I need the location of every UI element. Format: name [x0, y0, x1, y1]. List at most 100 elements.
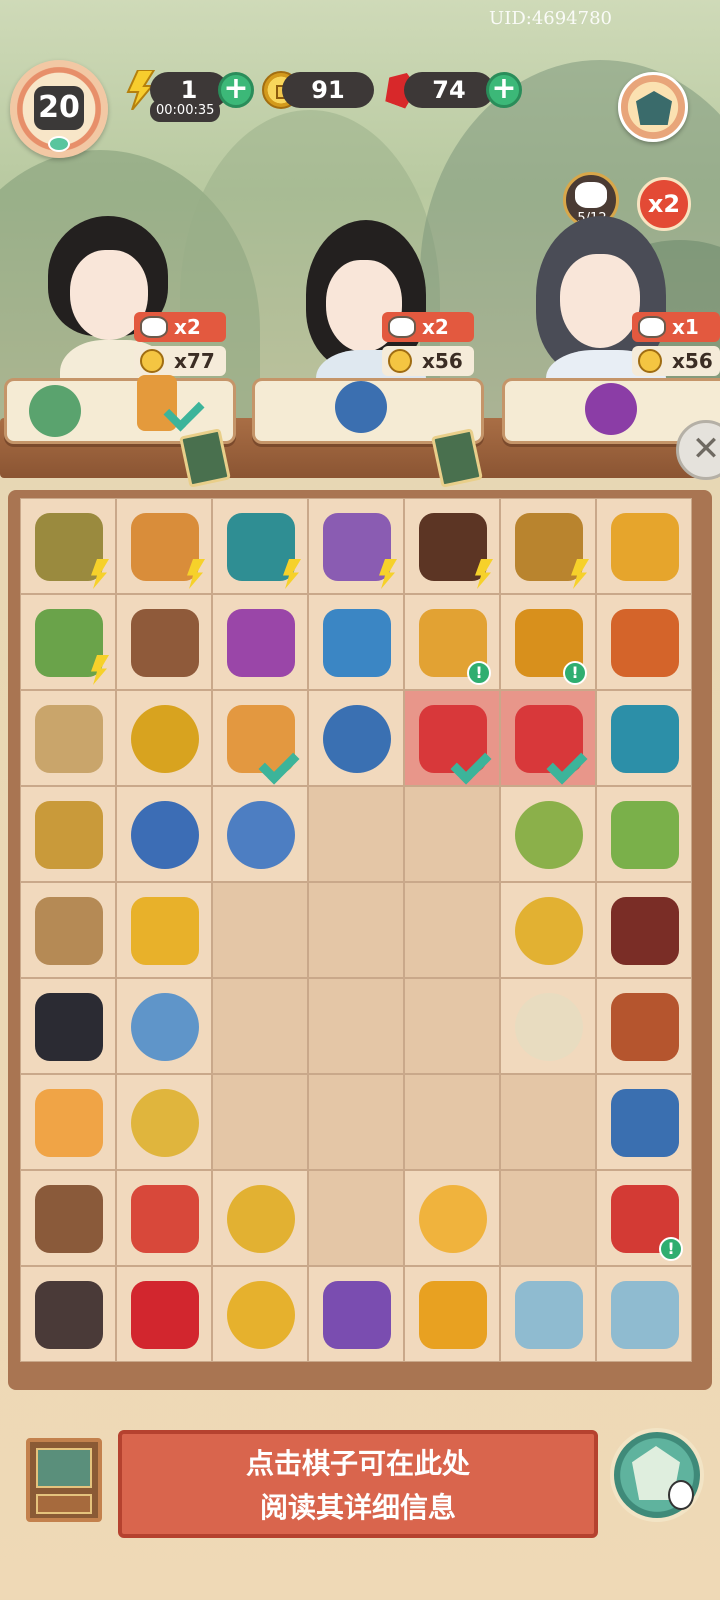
board-cell[interactable] — [500, 1074, 596, 1170]
scroll-and-brush-icon[interactable] — [35, 801, 103, 869]
board-cell[interactable] — [596, 1266, 692, 1362]
tea-cup-icon[interactable] — [131, 801, 199, 869]
home-pavilion-button[interactable] — [610, 1428, 704, 1522]
mung-bean-soup-icon[interactable] — [515, 801, 583, 869]
hotpot-icon[interactable] — [611, 1089, 679, 1157]
board-cell[interactable] — [404, 1170, 500, 1266]
board-cell[interactable] — [500, 1266, 596, 1362]
board-cell[interactable] — [404, 1266, 500, 1362]
cloud-pendant-icon[interactable] — [515, 1281, 583, 1349]
board-cell[interactable] — [308, 786, 404, 882]
board-cell[interactable] — [596, 594, 692, 690]
board-cell[interactable] — [308, 498, 404, 594]
coin-pile-icon[interactable] — [227, 1281, 295, 1349]
embroidered-pouch-icon[interactable] — [227, 609, 295, 677]
board-cell[interactable] — [212, 1074, 308, 1170]
board-cell[interactable] — [116, 1266, 212, 1362]
tea-jar-icon[interactable] — [611, 705, 679, 773]
board-cell[interactable] — [500, 786, 596, 882]
board-cell[interactable] — [212, 1170, 308, 1266]
board-cell[interactable] — [596, 498, 692, 594]
board-cell[interactable] — [404, 978, 500, 1074]
jeweled-hairpin-icon[interactable] — [323, 609, 391, 677]
add-energy-button[interactable]: + — [218, 72, 254, 108]
board-cell[interactable]: ! — [404, 594, 500, 690]
player-level-badge[interactable]: 20 — [10, 60, 108, 158]
orange-cat-icon[interactable] — [35, 1089, 103, 1157]
porcelain-bowl-icon[interactable] — [131, 993, 199, 1061]
board-cell[interactable] — [404, 882, 500, 978]
board-cell[interactable] — [500, 690, 596, 786]
board-cell[interactable] — [212, 786, 308, 882]
board-cell[interactable] — [212, 498, 308, 594]
board-cell[interactable] — [308, 1266, 404, 1362]
board-cell[interactable] — [116, 498, 212, 594]
board-cell[interactable] — [500, 1170, 596, 1266]
board-cell[interactable] — [212, 594, 308, 690]
board-cell[interactable] — [308, 882, 404, 978]
palace-lantern-icon[interactable] — [611, 609, 679, 677]
board-cell[interactable] — [596, 786, 692, 882]
calligraphy-brush-icon[interactable] — [35, 705, 103, 773]
board-cell[interactable] — [20, 1170, 116, 1266]
board-cell[interactable] — [20, 882, 116, 978]
rice-porridge-icon[interactable] — [515, 993, 583, 1061]
board-cell[interactable] — [20, 978, 116, 1074]
cinnamon-bundle-icon[interactable] — [611, 993, 679, 1061]
shop-button[interactable] — [618, 72, 688, 142]
storage-cabinet-button[interactable] — [26, 1438, 102, 1522]
copper-coin-icon[interactable] — [227, 1185, 295, 1253]
ruby-cluster-icon[interactable] — [131, 1281, 199, 1349]
green-tea-bowl-icon[interactable] — [323, 705, 391, 773]
energy-jar-gold-icon[interactable] — [419, 1281, 487, 1349]
black-cat-icon[interactable] — [35, 993, 103, 1061]
board-cell[interactable] — [404, 498, 500, 594]
board-cell[interactable] — [404, 786, 500, 882]
bird-nest-icon[interactable] — [131, 609, 199, 677]
copper-coin-icon[interactable] — [515, 897, 583, 965]
board-cell[interactable] — [500, 498, 596, 594]
board-cell[interactable] — [596, 882, 692, 978]
board-cell[interactable] — [20, 594, 116, 690]
board-cell[interactable] — [596, 978, 692, 1074]
tabby-cat-icon[interactable] — [35, 1185, 103, 1253]
board-cell[interactable] — [212, 690, 308, 786]
board-cell[interactable] — [212, 1266, 308, 1362]
board-cell[interactable] — [116, 690, 212, 786]
energy-jar-purple-icon[interactable] — [323, 1281, 391, 1349]
board-cell[interactable] — [404, 1074, 500, 1170]
fruit-platter-icon[interactable] — [131, 1185, 199, 1253]
calico-cat-icon[interactable] — [35, 1281, 103, 1349]
board-cell[interactable] — [596, 1074, 692, 1170]
board-cell[interactable] — [500, 882, 596, 978]
board-cell[interactable] — [500, 978, 596, 1074]
board-cell[interactable] — [116, 882, 212, 978]
board-cell[interactable] — [212, 978, 308, 1074]
board-cell[interactable] — [116, 1074, 212, 1170]
board-cell[interactable] — [212, 882, 308, 978]
board-cell[interactable] — [20, 498, 116, 594]
gold-ring-icon[interactable] — [131, 705, 199, 773]
board-cell[interactable] — [308, 1170, 404, 1266]
board-cell[interactable] — [20, 1074, 116, 1170]
board-cell[interactable] — [308, 690, 404, 786]
board-cell[interactable] — [116, 1170, 212, 1266]
board-cell[interactable] — [20, 1266, 116, 1362]
silk-spindle-icon[interactable] — [35, 897, 103, 965]
board-cell[interactable] — [308, 594, 404, 690]
board-cell[interactable] — [20, 690, 116, 786]
add-rubies-button[interactable]: + — [486, 72, 522, 108]
wooden-box-icon[interactable] — [611, 897, 679, 965]
board-cell[interactable] — [116, 594, 212, 690]
flower-hairpin-icon[interactable] — [131, 897, 199, 965]
fried-rice-icon[interactable] — [131, 1089, 199, 1157]
board-cell[interactable] — [116, 978, 212, 1074]
board-cell[interactable]: ! — [500, 594, 596, 690]
board-cell[interactable] — [404, 690, 500, 786]
board-cell[interactable] — [308, 978, 404, 1074]
hen-nest-icon[interactable] — [611, 513, 679, 581]
board-cell[interactable]: ! — [596, 1170, 692, 1266]
board-cell[interactable] — [596, 690, 692, 786]
fried-rice-egg-icon[interactable] — [419, 1185, 487, 1253]
tea-cup-blue-icon[interactable] — [227, 801, 295, 869]
